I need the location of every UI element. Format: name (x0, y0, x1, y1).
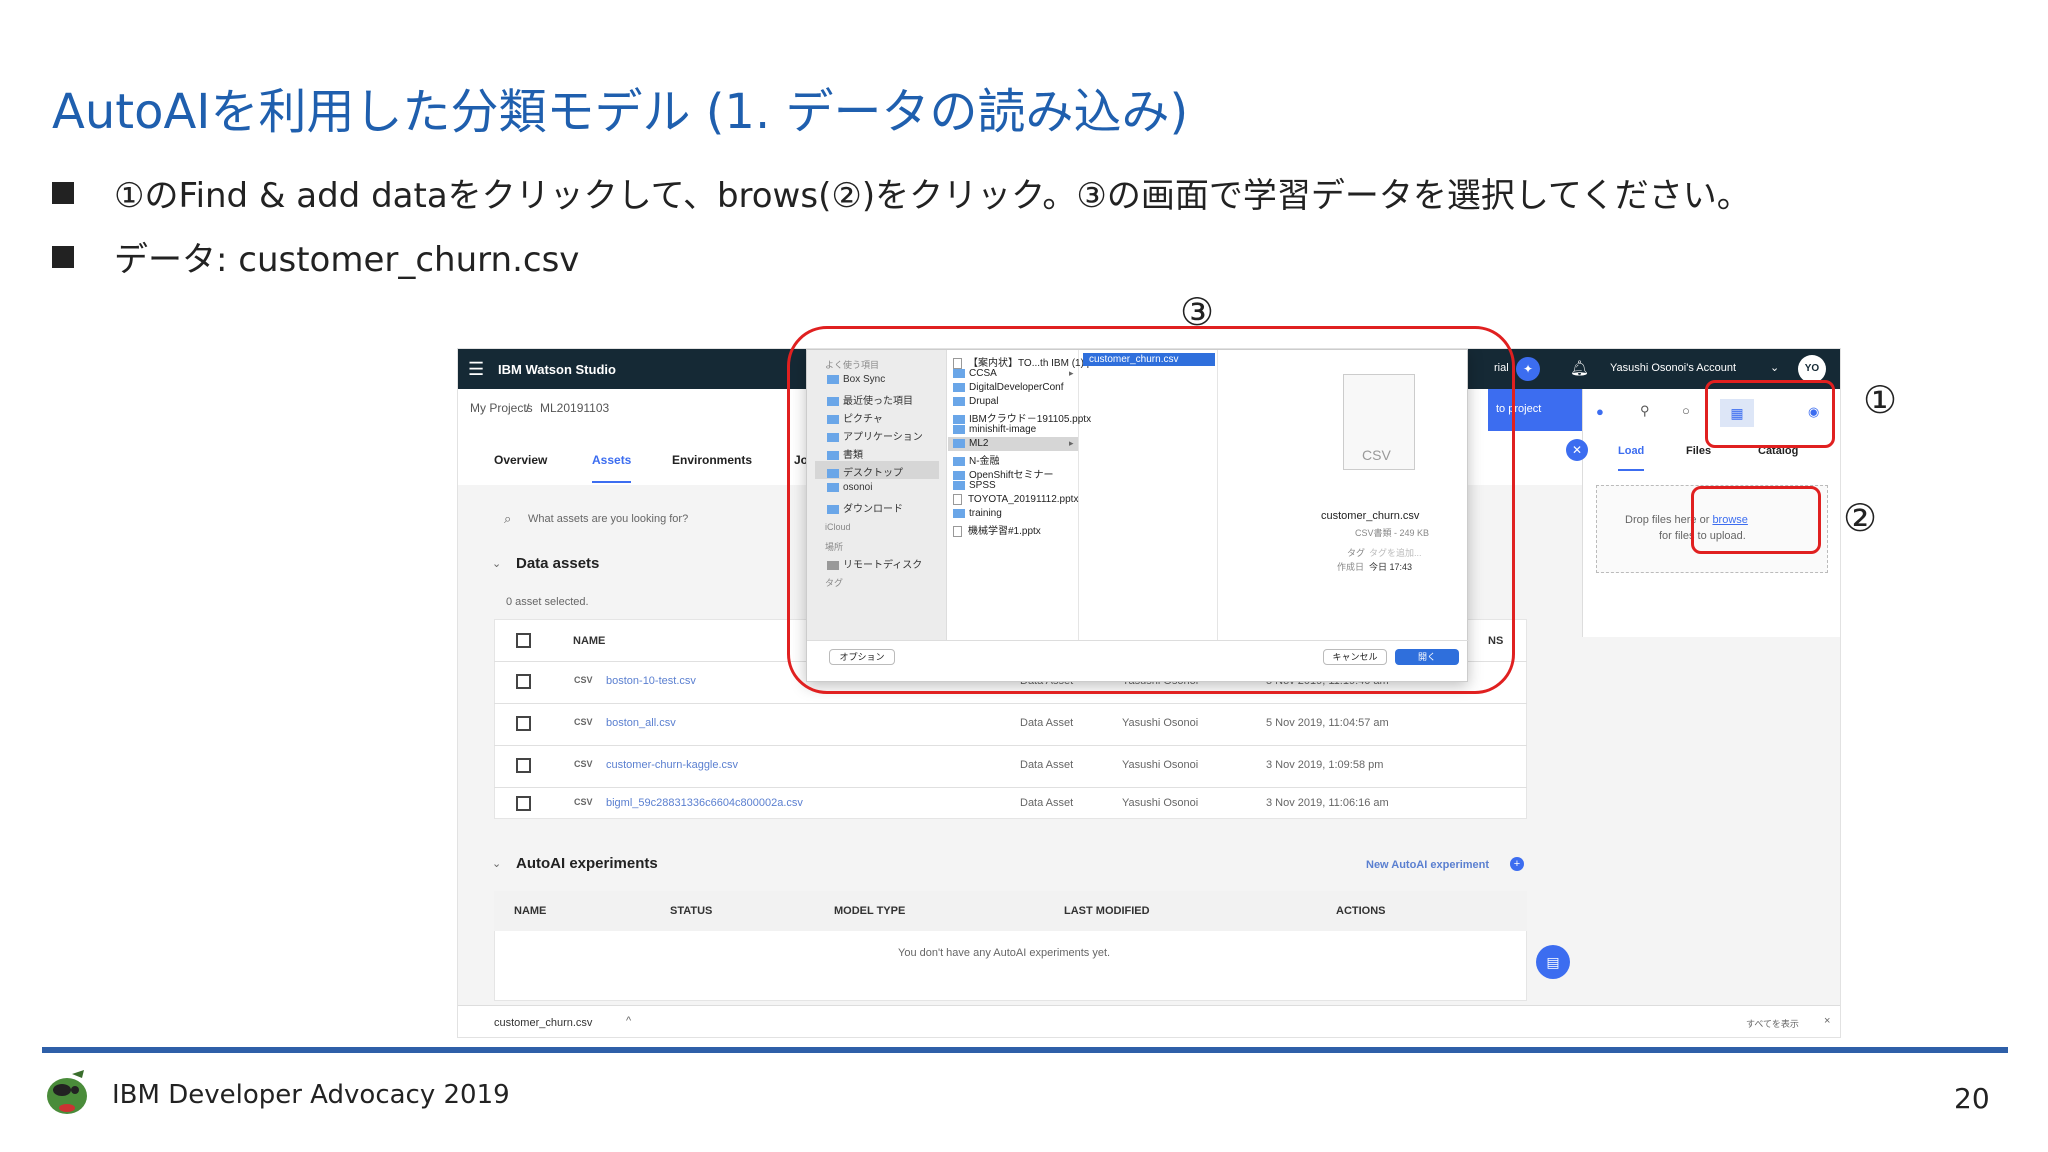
bullet-1: ①のFind & add dataをクリックして、brows(②)をクリック。③… (52, 168, 1751, 217)
row-checkbox[interactable] (516, 674, 531, 689)
table-row[interactable]: CSV boston_all.csv Data Asset Yasushi Os… (494, 704, 1527, 745)
autoai-col-status: STATUS (670, 905, 713, 917)
info-icon[interactable]: ● (1596, 404, 1604, 419)
avatar[interactable]: YO (1798, 355, 1826, 383)
breadcrumb-sep: / (526, 401, 530, 415)
bullet-2-text: データ: customer_churn.csv (114, 240, 580, 280)
select-all-checkbox[interactable] (516, 633, 531, 648)
breadcrumb-root[interactable]: My Projects (470, 401, 533, 415)
app-title: IBM Watson Studio (498, 362, 616, 377)
asset-link[interactable]: customer-churn-kaggle.csv (606, 759, 738, 771)
bullet-marker (52, 181, 74, 204)
chevron-up-icon[interactable]: ^ (626, 1015, 631, 1027)
panel-tab-load[interactable]: Load (1618, 445, 1645, 471)
asset-modified: 3 Nov 2019, 1:09:58 pm (1266, 759, 1384, 771)
asset-owner: Yasushi Osonoi (1122, 797, 1199, 809)
tab-overview[interactable]: Overview (494, 453, 547, 467)
annotation-number-3: ③ (1180, 290, 1215, 334)
search-input[interactable]: What assets are you looking for? (528, 513, 688, 525)
annotation-number-1: ① (1863, 378, 1898, 422)
tab-environments[interactable]: Environments (672, 453, 752, 467)
page-number: 20 (1954, 1082, 1990, 1115)
data-assets-heading: Data assets (516, 555, 600, 572)
asset-link[interactable]: boston-10-test.csv (606, 675, 696, 687)
asset-modified: 5 Nov 2019, 11:04:57 am (1266, 717, 1389, 729)
col-header-name[interactable]: NAME (573, 635, 605, 647)
comment-icon[interactable]: ○ (1682, 403, 1690, 418)
chevron-down-icon[interactable]: ⌄ (492, 857, 501, 870)
chevron-down-icon[interactable]: ⌄ (492, 557, 501, 570)
breadcrumb-project[interactable]: ML20191103 (540, 401, 609, 415)
footer-text: IBM Developer Advocacy 2019 (112, 1080, 510, 1110)
close-panel-icon[interactable]: ✕ (1566, 439, 1588, 461)
autoai-col-name: NAME (514, 905, 547, 917)
add-circle-icon[interactable]: + (1510, 857, 1524, 871)
asset-owner: Yasushi Osonoi (1122, 759, 1199, 771)
footer-divider (42, 1047, 2008, 1053)
file-type-icon: CSV (574, 717, 593, 727)
selected-count: 0 asset selected. (506, 596, 589, 608)
mascot-logo-icon (42, 1066, 92, 1118)
autoai-col-actions: ACTIONS (1336, 905, 1386, 917)
file-type-icon: CSV (574, 675, 593, 685)
table-row[interactable]: CSV bigml_59c28831336c6604c800002a.csv D… (494, 788, 1527, 819)
bullet-marker (52, 245, 74, 268)
tab-assets[interactable]: Assets (592, 453, 632, 483)
bullet-2: データ: customer_churn.csv (52, 232, 579, 281)
asset-kind: Data Asset (1020, 797, 1074, 809)
row-checkbox[interactable] (516, 758, 531, 773)
file-type-icon: CSV (574, 797, 593, 807)
chevron-down-icon[interactable]: ⌄ (1770, 361, 1779, 374)
file-type-icon: CSV (574, 759, 593, 769)
account-name[interactable]: Yasushi Osonoi's Account (1610, 362, 1736, 374)
chat-icon[interactable]: ▤ (1536, 945, 1570, 979)
download-bar (458, 1005, 1840, 1037)
asset-kind: Data Asset (1020, 717, 1074, 729)
asset-link[interactable]: bigml_59c28831336c6604c800002a.csv (606, 797, 803, 809)
row-checkbox[interactable] (516, 716, 531, 731)
annotation-box-1 (1705, 380, 1835, 448)
close-icon[interactable]: × (1824, 1015, 1830, 1027)
annotation-number-2: ② (1843, 496, 1878, 540)
bullet-1-text: ①のFind & add dataをクリックして、brows(②)をクリック。③… (114, 176, 1751, 216)
autoai-empty-message: You don't have any AutoAI experiments ye… (898, 947, 1111, 959)
add-icon[interactable]: ✦ (1516, 357, 1540, 381)
new-autoai-link[interactable]: New AutoAI experiment (1366, 859, 1489, 871)
download-file-name[interactable]: customer_churn.csv (494, 1017, 592, 1029)
search-icon: ⌕ (504, 511, 512, 526)
table-row[interactable]: CSV customer-churn-kaggle.csv Data Asset… (494, 746, 1527, 787)
asset-modified: 3 Nov 2019, 11:06:16 am (1266, 797, 1389, 809)
panel-tab-files[interactable]: Files (1686, 445, 1711, 457)
autoai-col-model-type: MODEL TYPE (834, 905, 906, 917)
activity-icon[interactable]: ⚲ (1640, 403, 1650, 419)
autoai-heading: AutoAI experiments (516, 855, 658, 872)
show-all-button[interactable]: すべてを表示 (1746, 1017, 1799, 1030)
annotation-box-2 (1691, 486, 1821, 554)
asset-owner: Yasushi Osonoi (1122, 717, 1199, 729)
autoai-col-last-modified: LAST MODIFIED (1064, 905, 1150, 917)
annotation-box-3 (787, 326, 1515, 694)
notification-bell-icon[interactable]: 🔔︎ (1570, 359, 1589, 377)
menu-icon[interactable]: ☰ (468, 359, 484, 380)
asset-kind: Data Asset (1020, 759, 1074, 771)
asset-link[interactable]: boston_all.csv (606, 717, 676, 729)
row-checkbox[interactable] (516, 796, 531, 811)
slide-title: AutoAIを利用した分類モデル (1. データの読み込み) (52, 84, 1189, 140)
